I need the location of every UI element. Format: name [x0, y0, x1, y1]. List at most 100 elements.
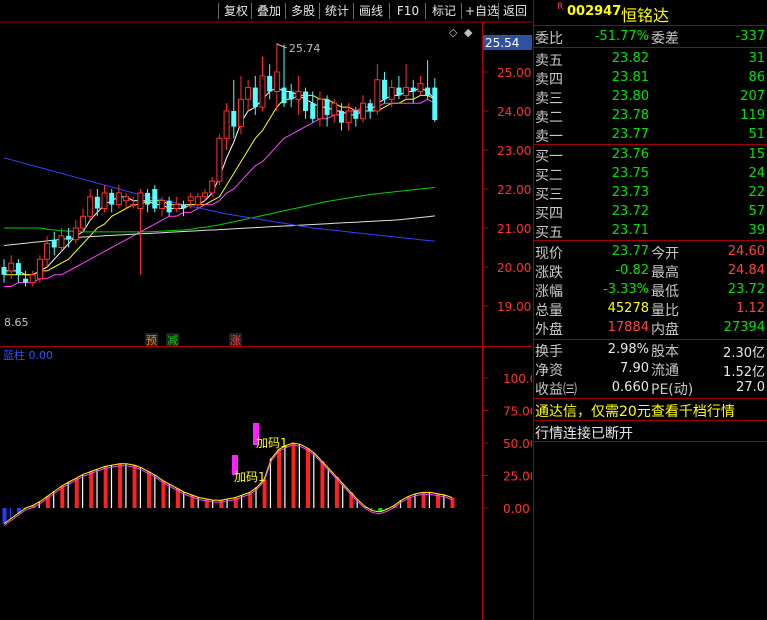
candle[interactable]: [152, 185, 158, 213]
candle[interactable]: [417, 75, 424, 96]
ask-price[interactable]: 23.81: [593, 70, 649, 85]
candle[interactable]: [259, 56, 266, 111]
fin-value: 1.52亿: [723, 365, 765, 380]
bid-volume: 39: [748, 223, 765, 238]
toolbar-button-7[interactable]: +自选: [462, 2, 502, 20]
candle-body: [360, 102, 366, 120]
stock-name[interactable]: 恒铭达: [621, 2, 669, 26]
ask-price[interactable]: 23.78: [593, 108, 649, 123]
candle[interactable]: [403, 64, 410, 100]
toolbar-button-2[interactable]: 多股: [286, 2, 320, 20]
candle-body: [417, 83, 424, 92]
candle[interactable]: [281, 44, 287, 108]
candle[interactable]: [316, 91, 323, 127]
candle[interactable]: [29, 270, 36, 287]
event-marker[interactable]: 涨: [230, 334, 241, 347]
candle-body: [23, 278, 29, 283]
ask-price[interactable]: 23.77: [593, 127, 649, 142]
candle[interactable]: [216, 134, 223, 186]
candle-body: [388, 87, 395, 100]
candle[interactable]: [273, 43, 280, 111]
candle-body: [94, 196, 100, 209]
candle[interactable]: [173, 196, 180, 213]
candle[interactable]: [101, 185, 108, 213]
candle[interactable]: [432, 78, 438, 122]
candle[interactable]: [303, 87, 309, 119]
candle[interactable]: [109, 189, 115, 213]
toolbar-button-5[interactable]: F10: [390, 2, 426, 20]
stock-code[interactable]: 002947: [567, 4, 621, 19]
candle[interactable]: [425, 60, 431, 100]
candle[interactable]: [123, 192, 130, 209]
toolbar-button-0[interactable]: 复权: [219, 2, 253, 20]
candle[interactable]: [1, 259, 7, 283]
candle[interactable]: [374, 64, 381, 115]
indicator-bar: [277, 449, 282, 508]
toolbar-button-6[interactable]: 标记: [426, 2, 462, 20]
candle-body: [29, 274, 36, 284]
candle[interactable]: [382, 72, 388, 104]
candle[interactable]: [87, 189, 94, 221]
candle-body: [432, 87, 438, 120]
indicator-bar: [212, 500, 214, 508]
high-annotation: 25.74: [289, 42, 321, 55]
candle[interactable]: [360, 95, 366, 123]
indicator-bar: [327, 469, 329, 508]
price-tick-label: 20.00: [497, 261, 531, 275]
bid-price[interactable]: 23.76: [593, 147, 649, 162]
indicator-bar: [226, 498, 228, 508]
candle[interactable]: [237, 75, 244, 135]
candle[interactable]: [130, 196, 137, 209]
candle-body: [374, 79, 381, 112]
indicator-bar: [298, 444, 300, 508]
ask-price[interactable]: 23.82: [593, 51, 649, 66]
candle[interactable]: [181, 200, 186, 217]
toolbar-separator: [285, 3, 286, 19]
indicator-bar: [132, 465, 137, 508]
toolbar-button-8[interactable]: 返回: [499, 2, 531, 20]
candle[interactable]: [331, 99, 338, 123]
candle[interactable]: [245, 79, 252, 111]
candle[interactable]: [194, 192, 201, 209]
bid-price[interactable]: 23.73: [593, 185, 649, 200]
event-marker[interactable]: 减: [167, 334, 178, 347]
candle[interactable]: [367, 99, 373, 119]
candle-body: [181, 204, 186, 209]
candle[interactable]: [15, 259, 21, 283]
candle[interactable]: [145, 189, 151, 213]
candle[interactable]: [51, 231, 57, 256]
candle[interactable]: [209, 177, 216, 197]
candle[interactable]: [23, 270, 29, 287]
diamond-icon[interactable]: ◇: [449, 26, 458, 39]
candle[interactable]: [295, 75, 302, 115]
high-pointer: [276, 43, 288, 49]
candle-body: [187, 196, 194, 202]
candle[interactable]: [223, 103, 230, 150]
kline-chart-area[interactable]: 25.00 24.00 23.00 22.00 21.00 20.00 19.00 25.54…: [0, 0, 532, 620]
candle[interactable]: [166, 196, 172, 217]
indicator-bar: [60, 485, 65, 508]
ask-price[interactable]: 23.80: [593, 89, 649, 104]
toolbar-button-3[interactable]: 统计: [320, 2, 354, 20]
candle[interactable]: [288, 83, 294, 108]
candle[interactable]: [94, 189, 100, 217]
toolbar-button-4[interactable]: 画线: [354, 2, 388, 20]
bid-price[interactable]: 23.75: [593, 166, 649, 181]
candle[interactable]: [72, 220, 79, 244]
candle[interactable]: [79, 208, 86, 232]
candle-body: [109, 192, 115, 205]
bid-price[interactable]: 23.71: [593, 223, 649, 238]
candle[interactable]: [58, 228, 65, 252]
candle-body: [115, 192, 122, 206]
promo-link[interactable]: 通达信，仅需20元查看千档行情: [535, 401, 735, 421]
candle-body: [152, 189, 158, 209]
candle[interactable]: [324, 95, 330, 127]
candle[interactable]: [231, 79, 237, 139]
candle[interactable]: [36, 255, 43, 283]
toolbar-separator: [425, 3, 426, 19]
candle[interactable]: [252, 75, 258, 115]
toolbar-button-1[interactable]: 叠加: [252, 2, 286, 20]
bid-price[interactable]: 23.72: [593, 204, 649, 219]
expand-icon[interactable]: ◆: [464, 26, 473, 39]
event-marker[interactable]: 预: [146, 334, 157, 347]
